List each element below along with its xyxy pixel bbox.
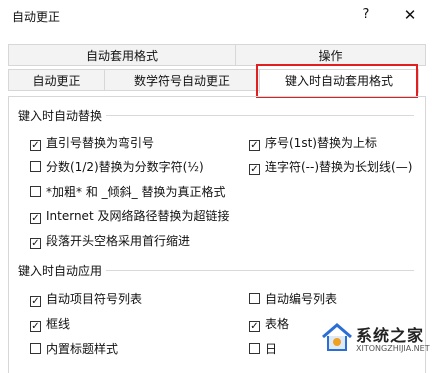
checkbox[interactable] (249, 293, 260, 304)
option-label: 分数(1/2)替换为分数字符(½) (46, 160, 204, 174)
option-label: 内置标题样式 (46, 342, 119, 356)
help-button[interactable]: ? (356, 4, 376, 26)
option-label: 日 (265, 342, 278, 356)
option-bold-italic[interactable]: *加粗* 和 _倾斜_ 替换为真正格式 (30, 184, 225, 200)
option-first-line-indent[interactable]: ✓ 段落开头空格采用首行缩进 (30, 233, 190, 249)
tab-actions[interactable]: 操作 (235, 44, 426, 66)
close-button[interactable]: ✕ (398, 4, 422, 26)
tab-row-back: 自动套用格式 操作 (8, 44, 426, 66)
option-auto-bullets[interactable]: ✓ 自动项目符号列表 (30, 291, 142, 307)
option-label: 自动项目符号列表 (46, 292, 143, 306)
option-ordinal-superscript[interactable]: ✓ 序号(1st)替换为上标 (249, 135, 377, 151)
option-heading-styles[interactable]: 内置标题样式 (30, 341, 118, 357)
section-divider (106, 115, 414, 116)
option-hyphens-dash[interactable]: ✓ 连字符(--)替换为长划线(—) (249, 159, 412, 175)
checkbox[interactable]: ✓ (30, 296, 41, 307)
checkbox[interactable] (30, 186, 41, 197)
option-label: 框线 (46, 317, 71, 331)
checkbox[interactable]: ✓ (249, 164, 260, 175)
option-fractions[interactable]: 分数(1/2)替换为分数字符(½) (30, 159, 204, 175)
title-bar: 自动更正 ? ✕ (0, 0, 432, 30)
option-auto-numbering[interactable]: 自动编号列表 (249, 291, 337, 307)
option-borders[interactable]: ✓ 框线 (30, 316, 70, 332)
checkbox[interactable]: ✓ (30, 238, 41, 249)
watermark: 系统之家 XITONGZHIJIA.NET (320, 318, 430, 366)
watermark-url: XITONGZHIJIA.NET (356, 344, 430, 353)
checkbox[interactable]: ✓ (249, 321, 260, 332)
option-label: *加粗* 和 _倾斜_ 替换为真正格式 (46, 185, 226, 199)
option-label: 连字符(--)替换为长划线(—) (265, 160, 413, 174)
window-title: 自动更正 (12, 10, 61, 24)
autocorrect-dialog: 自动更正 ? ✕ 自动套用格式 操作 自动更正 数学符号自动更正 键入时自动套用… (0, 0, 432, 373)
section-title-apply: 键入时自动应用 (18, 264, 103, 278)
checkbox[interactable]: ✓ (249, 140, 260, 151)
checkbox[interactable]: ✓ (30, 321, 41, 332)
option-tables[interactable]: ✓ 表格 (249, 316, 289, 332)
tab-autoformat[interactable]: 自动套用格式 (8, 44, 236, 66)
checkbox[interactable]: ✓ (30, 213, 41, 224)
option-smart-quotes[interactable]: ✓ 直引号替换为弯引号 (30, 135, 154, 151)
option-label: 表格 (265, 317, 290, 331)
house-logo-icon (322, 323, 352, 351)
checkbox[interactable]: ✓ (30, 140, 41, 151)
option-label: 序号(1st)替换为上标 (265, 136, 377, 150)
tab-row-front: 自动更正 数学符号自动更正 键入时自动套用格式 (8, 69, 426, 93)
section-divider (106, 270, 414, 271)
section-title-replace: 键入时自动替换 (18, 109, 103, 123)
checkbox[interactable] (30, 343, 41, 354)
checkbox[interactable] (249, 343, 260, 354)
tab-autocorrect[interactable]: 自动更正 (8, 69, 105, 91)
option-label: 直引号替换为弯引号 (46, 136, 155, 150)
watermark-name: 系统之家 (356, 326, 425, 345)
checkbox[interactable] (30, 161, 41, 172)
option-hyperlinks[interactable]: ✓ Internet 及网络路径替换为超链接 (30, 208, 229, 224)
tab-math-autocorrect[interactable]: 数学符号自动更正 (104, 69, 260, 91)
option-label: Internet 及网络路径替换为超链接 (46, 209, 230, 223)
option-date-style[interactable]: 日 (249, 341, 277, 357)
tab-autoformat-as-you-type[interactable]: 键入时自动套用格式 (259, 69, 419, 93)
option-label: 段落开头空格采用首行缩进 (46, 234, 191, 248)
option-label: 自动编号列表 (265, 292, 338, 306)
